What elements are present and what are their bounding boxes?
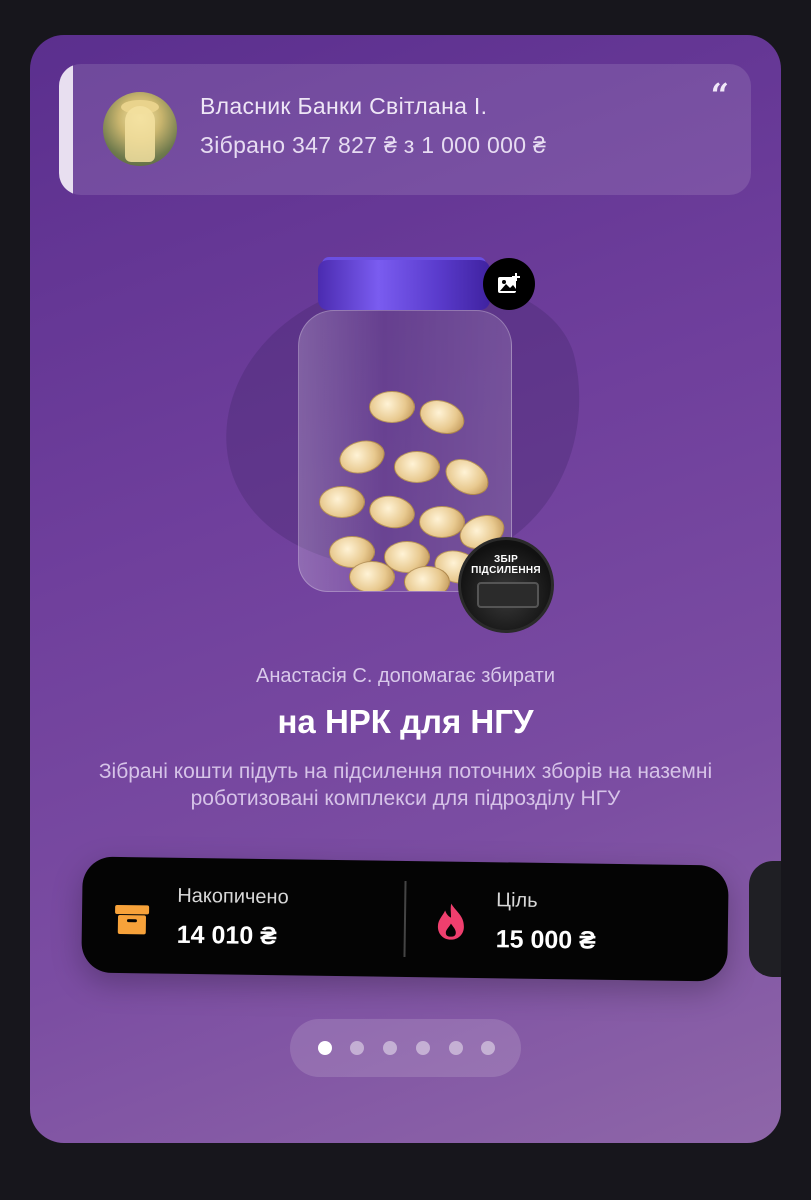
accumulated-label: Накопичено	[177, 884, 289, 909]
pagination[interactable]	[290, 1019, 521, 1077]
jar-title: на НРК для НГУ	[277, 703, 534, 740]
jar-card: Власник Банки Світлана І. Зібрано 347 82…	[30, 35, 781, 1143]
quote-icon[interactable]: “	[711, 76, 729, 114]
page-dot-1[interactable]	[318, 1041, 332, 1055]
page-dot-4[interactable]	[416, 1041, 430, 1055]
jar-owner-panel[interactable]: Власник Банки Світлана І. Зібрано 347 82…	[59, 64, 751, 195]
jar-description: Зібрані кошти підуть на підсилення поточ…	[98, 760, 713, 810]
helper-text: Анастасія С. допомагає збирати	[255, 665, 556, 687]
page-dot-3[interactable]	[383, 1041, 397, 1055]
box-icon	[113, 901, 151, 938]
next-stats-card[interactable]	[749, 861, 781, 977]
badge-text: ЗБІР ПІДСИЛЕННЯ	[471, 554, 541, 576]
stats-panel[interactable]: Накопичено 14 010 ₴ Ціль 15 000 ₴	[81, 856, 729, 982]
page-dot-2[interactable]	[350, 1041, 364, 1055]
jar-lid	[318, 260, 490, 310]
add-image-icon[interactable]	[483, 258, 535, 310]
owner-name: Власник Банки Світлана І.	[200, 93, 488, 119]
page-dot-6[interactable]	[481, 1041, 495, 1055]
stats-divider	[403, 880, 407, 958]
owner-accent-bar	[59, 64, 73, 195]
avatar	[103, 92, 177, 166]
owner-collected: Зібрано 347 827 ₴ з 1 000 000 ₴	[200, 132, 547, 158]
page-dot-5[interactable]	[449, 1041, 463, 1055]
accumulated-value: 14 010 ₴	[176, 920, 278, 951]
goal-label: Ціль	[496, 889, 538, 912]
goal-value: 15 000 ₴	[495, 925, 597, 955]
jar-cover-badge: ЗБІР ПІДСИЛЕННЯ	[458, 537, 554, 633]
flame-icon	[434, 901, 469, 941]
robot-image	[477, 582, 539, 608]
